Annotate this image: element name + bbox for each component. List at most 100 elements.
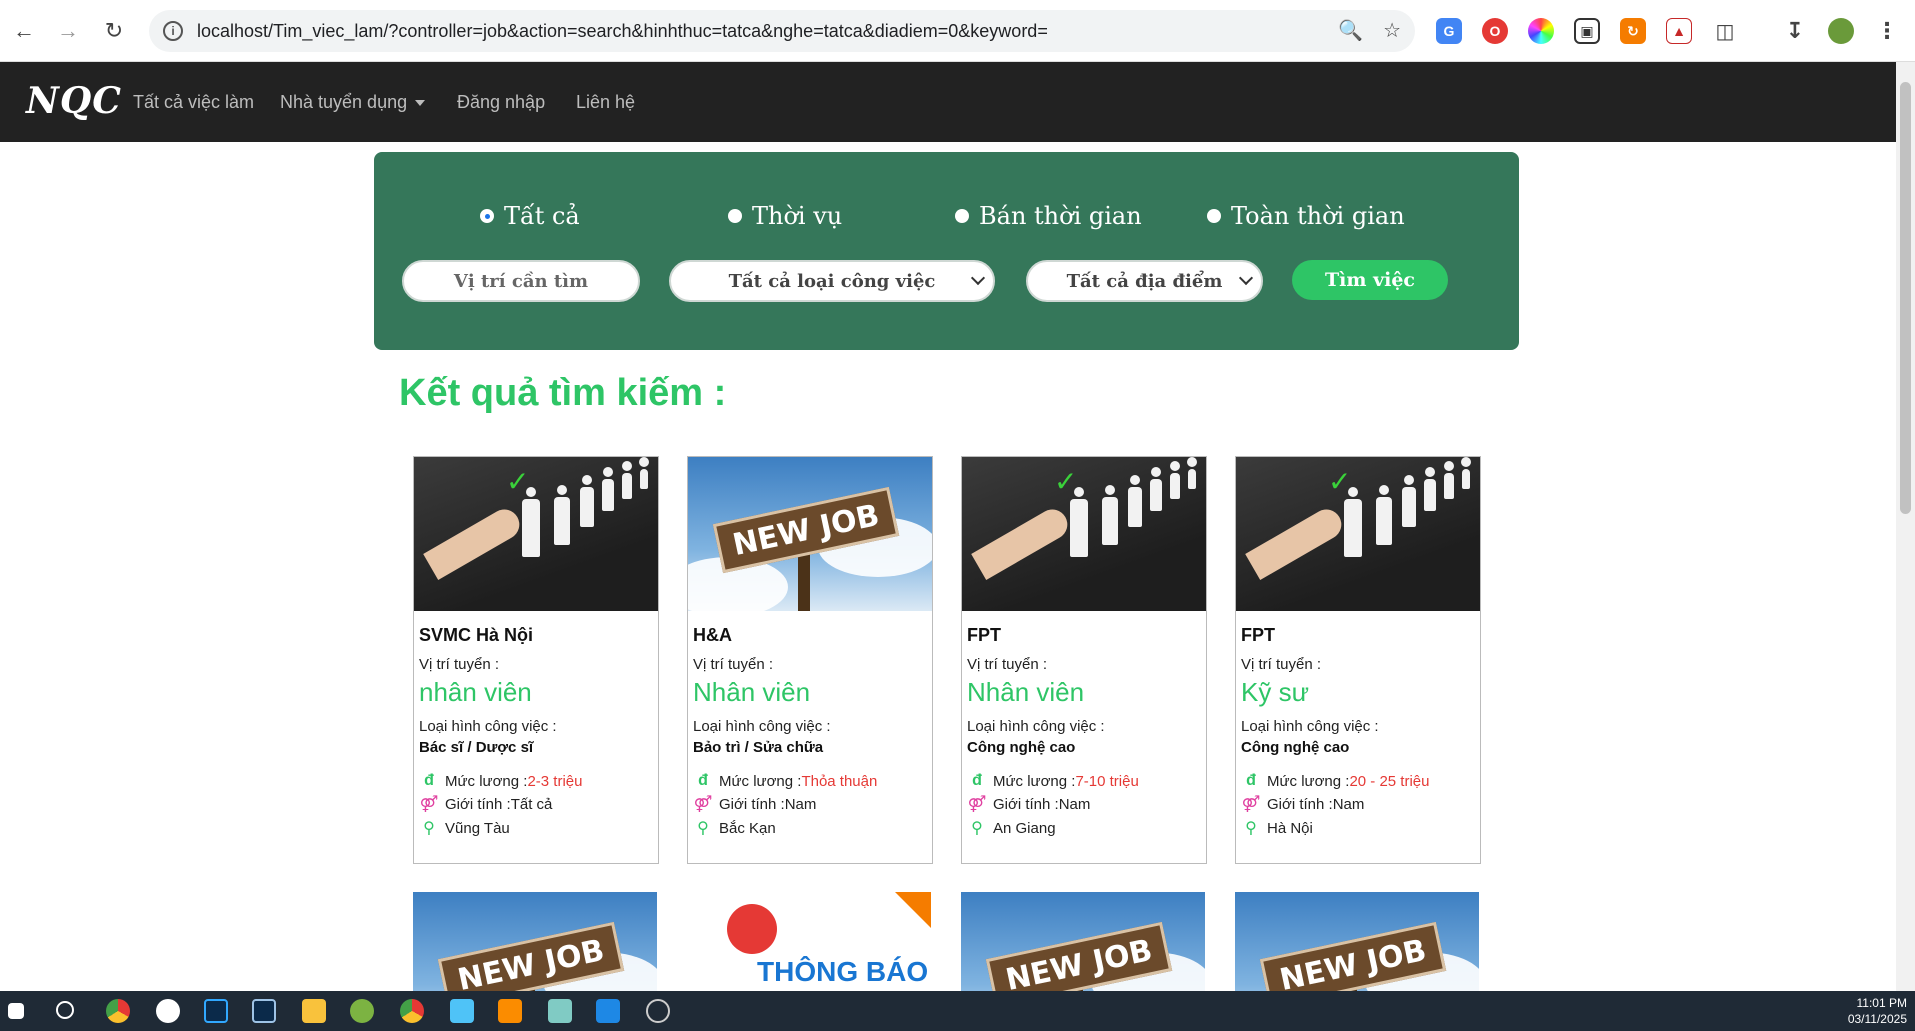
position-title[interactable]: Kỹ sư (1241, 677, 1475, 708)
image-extension-icon[interactable]: ▣ (1574, 18, 1600, 44)
photoshop-icon[interactable] (204, 999, 228, 1023)
position-title[interactable]: nhân viên (419, 677, 653, 708)
lightroom-icon[interactable] (252, 999, 276, 1023)
search-button[interactable]: Tìm việc (1292, 260, 1448, 300)
file-explorer-icon[interactable] (302, 999, 326, 1023)
reload-icon[interactable]: ↻ (98, 15, 130, 47)
chat-app-icon[interactable] (156, 999, 180, 1023)
person-figure (1402, 487, 1416, 527)
position-title[interactable]: Nhân viên (693, 677, 927, 708)
job-card[interactable]: NEW JOB H&A Vị trí tuyển : Nhân viên Loại hì… (687, 456, 933, 864)
company-name[interactable]: FPT (1241, 625, 1475, 646)
profile-avatar[interactable] (1828, 18, 1854, 44)
position-title[interactable]: Nhân viên (967, 677, 1201, 708)
job-type-value: Công nghệ cao (1241, 739, 1350, 756)
job-image[interactable]: NEW JOB (961, 892, 1205, 991)
radio-icon[interactable] (1207, 209, 1221, 223)
radio-label: Toàn thời gian (1231, 202, 1405, 230)
salary-label: Mức lương : (445, 772, 528, 790)
job-type-value: Bảo trì / Sửa chữa (693, 739, 824, 756)
nav-link-all-jobs[interactable]: Tất cả việc làm (133, 92, 254, 113)
site-info-icon[interactable]: i (163, 21, 183, 41)
job-type-label: Loại hình công việc : (419, 718, 557, 735)
nav-link-employers[interactable]: Nhà tuyển dụng (280, 92, 426, 113)
radio-label: Thời vụ (752, 202, 843, 230)
forward-arrow-icon[interactable]: → (52, 15, 84, 47)
person-figure (622, 473, 632, 499)
radio-part-time[interactable]: Bán thời gian (955, 202, 1142, 230)
job-card[interactable]: ✓ FPT Vị trí tuyển : Kỹ sư Loại hình công vi… (1235, 456, 1481, 864)
corner-ribbon (895, 892, 931, 928)
system-clock[interactable]: 11:01 PM 03/11/2025 (1848, 995, 1907, 1027)
job-type-label: Loại hình công việc : (693, 718, 831, 735)
currency-icon: đ (1246, 772, 1256, 789)
bookmark-star-icon[interactable]: ☆ (1383, 18, 1401, 43)
job-card[interactable]: THÔNG BÁO (687, 892, 933, 991)
job-card[interactable]: NEW JOB (1235, 892, 1481, 991)
vscode-icon[interactable] (596, 999, 620, 1023)
zoom-icon[interactable]: 🔍 (1338, 18, 1363, 43)
xampp-icon[interactable] (498, 999, 522, 1023)
job-image[interactable]: NEW JOB (688, 457, 932, 611)
radio-seasonal[interactable]: Thời vụ (728, 202, 842, 230)
job-image[interactable]: ✓ (1236, 457, 1480, 611)
app-icon[interactable] (350, 999, 374, 1023)
salary-value: Thỏa thuận (801, 772, 878, 790)
color-extension-icon[interactable] (1528, 18, 1554, 44)
menu-kebab-icon[interactable]: ⋮ (1874, 18, 1900, 44)
chrome-icon[interactable] (106, 999, 130, 1023)
job-card[interactable]: NEW JOB (413, 892, 659, 991)
opera-extension-icon[interactable]: O (1482, 18, 1508, 44)
job-card[interactable]: NEW JOB (961, 892, 1207, 991)
obs-icon[interactable] (646, 999, 670, 1023)
company-name[interactable]: H&A (693, 625, 927, 646)
job-image[interactable]: NEW JOB (413, 892, 657, 991)
gender-value: Tất cả (510, 795, 553, 813)
page-scrollbar[interactable] (1896, 62, 1915, 992)
location-select[interactable]: Tất cả địa điểm (1026, 260, 1263, 302)
location-value: Bắc Kạn (719, 819, 776, 837)
location-row: ⚲ Hà Nội (1241, 818, 1475, 838)
gender-value: Nam (1058, 795, 1091, 813)
company-name[interactable]: SVMC Hà Nội (419, 625, 653, 646)
job-image[interactable]: ✓ (962, 457, 1206, 611)
radio-full-time[interactable]: Toàn thời gian (1207, 202, 1405, 230)
gender-row: ⚤ Giới tính : Nam (1241, 794, 1475, 814)
gender-row: ⚤ Giới tính : Tất cả (419, 794, 653, 814)
scrollbar-thumb[interactable] (1900, 82, 1911, 514)
radio-checked-icon[interactable] (480, 209, 494, 223)
job-image[interactable]: THÔNG BÁO (687, 892, 931, 991)
chrome-active-icon[interactable] (400, 999, 424, 1023)
search-icon[interactable] (56, 1001, 74, 1019)
radio-all[interactable]: Tất cả (480, 202, 580, 230)
map-pin-icon: ⚲ (697, 820, 709, 837)
job-type-select[interactable]: Tất cả loại công việc (669, 260, 995, 302)
job-image[interactable]: NEW JOB (1235, 892, 1479, 991)
gender-value: Nam (784, 795, 817, 813)
gender-value: Nam (1332, 795, 1365, 813)
salary-row: đ Mức lương : 2-3 triệu (419, 772, 653, 790)
job-image[interactable]: ✓ (414, 457, 658, 611)
company-name[interactable]: FPT (967, 625, 1201, 646)
extensions-puzzle-icon[interactable]: ◫ (1712, 18, 1738, 44)
job-card[interactable]: ✓ SVMC Hà Nội Vị trí tuyển : nhân viên Loại … (413, 456, 659, 864)
url-text[interactable]: localhost/Tim_viec_lam/?controller=job&a… (197, 21, 1048, 42)
download-icon[interactable]: ↧ (1782, 18, 1808, 44)
radio-icon[interactable] (728, 209, 742, 223)
translate-extension-icon[interactable]: G (1436, 18, 1462, 44)
nav-link-login[interactable]: Đăng nhập (457, 92, 545, 113)
brand-logo[interactable]: NQC (26, 80, 122, 122)
sync-extension-icon[interactable]: ↻ (1620, 18, 1646, 44)
shield-extension-icon[interactable]: ▲ (1666, 18, 1692, 44)
back-arrow-icon[interactable]: ← (8, 15, 40, 47)
address-bar[interactable]: i localhost/Tim_viec_lam/?controller=job… (149, 10, 1415, 52)
terminal-icon[interactable] (450, 999, 474, 1023)
radio-icon[interactable] (955, 209, 969, 223)
gender-row: ⚤ Giới tính : Nam (967, 794, 1201, 814)
job-card[interactable]: ✓ FPT Vị trí tuyển : Nhân viên Loại hình côn… (961, 456, 1207, 864)
notes-icon[interactable] (548, 999, 572, 1023)
nav-link-contact[interactable]: Liên hệ (576, 92, 635, 113)
keyword-input[interactable]: Vị trí cần tìm (402, 260, 640, 302)
salary-value: 2-3 triệu (527, 772, 583, 790)
windows-start-icon[interactable] (8, 1003, 24, 1019)
